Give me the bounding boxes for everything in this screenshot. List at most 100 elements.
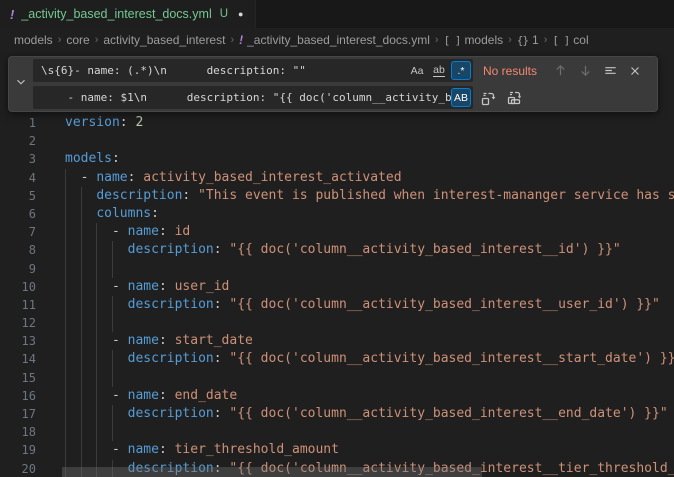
- toggle-replace-button[interactable]: [9, 57, 33, 111]
- preserve-case-button[interactable]: AB: [451, 88, 471, 107]
- next-match-button[interactable]: [575, 61, 595, 81]
- indent-guide: [96, 223, 97, 241]
- preserve-case-icon: AB: [454, 92, 468, 104]
- code-line[interactable]: 11 description: "{{ doc('column__activit…: [0, 296, 674, 314]
- replace-row: - name: $1\n description: "{{ doc('colum…: [33, 86, 649, 109]
- previous-match-button[interactable]: [550, 61, 570, 81]
- yaml-file-icon: !: [239, 33, 243, 47]
- find-input-value[interactable]: \s{6}- name: (.*)\n description: "": [33, 64, 407, 77]
- line-number: 1: [0, 114, 36, 132]
- find-input[interactable]: \s{6}- name: (.*)\n description: "" Aa a…: [33, 59, 473, 82]
- indent-guide: [65, 423, 66, 441]
- whole-word-button[interactable]: ab: [429, 61, 449, 80]
- symbol-array-icon: [ ]: [444, 34, 461, 47]
- tab-activity-based-interest-docs[interactable]: ! _activity_based_interest_docs.yml U ●: [0, 0, 256, 28]
- replace-button[interactable]: [478, 88, 498, 108]
- find-in-selection-button[interactable]: [600, 61, 620, 81]
- code-line[interactable]: 9: [0, 260, 674, 278]
- code-token: :: [214, 242, 222, 257]
- indent-guide: [112, 369, 113, 387]
- symbol-object-icon: {}: [517, 34, 528, 47]
- replace-all-icon: [506, 90, 522, 106]
- code-line[interactable]: 16 - name: end_date: [0, 387, 674, 405]
- regex-icon: .*: [457, 65, 464, 77]
- indent-guide: [81, 187, 82, 205]
- code-line[interactable]: 19 - name: tier_threshold_amount: [0, 441, 674, 459]
- code-line[interactable]: 3models:: [0, 150, 674, 168]
- indent-guide: [96, 423, 97, 441]
- indent-guide: [96, 350, 97, 368]
- code-line[interactable]: 6 columns:: [0, 205, 674, 223]
- code-line[interactable]: 4 - name: activity_based_interest_activa…: [0, 169, 674, 187]
- modified-dot-icon[interactable]: ●: [238, 9, 243, 19]
- indent-guide: [81, 278, 82, 296]
- code-token: -: [112, 224, 128, 239]
- close-button[interactable]: [625, 61, 645, 81]
- code-token: name: [96, 170, 127, 185]
- code-line[interactable]: 5 description: "This event is published …: [0, 187, 674, 205]
- replace-input[interactable]: - name: $1\n description: "{{ doc('colum…: [33, 86, 473, 109]
- code-line[interactable]: 15: [0, 369, 674, 387]
- code-line[interactable]: 18: [0, 423, 674, 441]
- replace-input-value[interactable]: - name: $1\n description: "{{ doc('colum…: [33, 91, 451, 104]
- breadcrumb-label: col: [573, 33, 588, 47]
- indent-guide: [96, 369, 97, 387]
- indent-guide: [65, 296, 66, 314]
- breadcrumb-label: 1: [532, 33, 539, 47]
- line-number: 19: [0, 441, 36, 459]
- code-token: models: [65, 151, 112, 166]
- yaml-file-icon: !: [10, 7, 15, 22]
- breadcrumb-label: models: [14, 33, 53, 47]
- indent-guide: [65, 260, 66, 278]
- indent-guide: [65, 441, 66, 459]
- code-line[interactable]: 13 - name: start_date: [0, 332, 674, 350]
- horizontal-scrollbar[interactable]: [62, 467, 482, 477]
- code-line-content: [36, 369, 674, 387]
- indent-guide: [112, 405, 113, 423]
- breadcrumb-item-_activity_based_interest_docs-yml[interactable]: ! _activity_based_interest_docs.yml: [239, 33, 430, 47]
- code-token: :: [159, 333, 167, 348]
- code-line[interactable]: 14 description: "{{ doc('column__activit…: [0, 350, 674, 368]
- breadcrumb-separator: ›: [544, 34, 548, 46]
- indent-guide: [81, 296, 82, 314]
- code-token: :: [214, 297, 222, 312]
- code-token: :: [159, 388, 167, 403]
- breadcrumb-item-core[interactable]: core: [66, 33, 89, 47]
- code-line[interactable]: 7 - name: id: [0, 223, 674, 241]
- match-case-button[interactable]: Aa: [407, 61, 427, 80]
- line-number: 5: [0, 187, 36, 205]
- code-token: [65, 279, 112, 294]
- replace-icon: [480, 90, 496, 106]
- code-line-content: version: 2: [36, 114, 674, 132]
- breadcrumb-separator: ›: [508, 34, 512, 46]
- code-token: "{{ doc('column__activity_based_interest…: [222, 242, 621, 257]
- code-token: user_id: [167, 279, 230, 294]
- results-count: No results: [483, 64, 537, 78]
- breadcrumb-item-models[interactable]: [ ]models: [444, 33, 504, 47]
- code-line[interactable]: 17 description: "{{ doc('column__activit…: [0, 405, 674, 423]
- breadcrumb-item-activity_based_interest[interactable]: activity_based_interest: [103, 33, 225, 47]
- code-line-content: - name: activity_based_interest_activate…: [36, 169, 674, 187]
- selection-icon: [603, 63, 618, 78]
- code-token: description: [128, 242, 214, 257]
- indent-guide: [81, 369, 82, 387]
- line-number: 3: [0, 150, 36, 168]
- breadcrumb-item-1[interactable]: {} 1: [517, 33, 539, 47]
- code-line[interactable]: 12: [0, 314, 674, 332]
- indent-guide: [81, 423, 82, 441]
- code-token: id: [167, 224, 190, 239]
- breadcrumb-label: _activity_based_interest_docs.yml: [247, 33, 430, 47]
- breadcrumb-item-col[interactable]: [ ]col: [552, 33, 588, 47]
- editor[interactable]: \s{6}- name: (.*)\n description: "" Aa a…: [0, 52, 674, 477]
- code-line[interactable]: 10 - name: user_id: [0, 278, 674, 296]
- code-token: 2: [135, 115, 143, 130]
- replace-all-button[interactable]: [504, 88, 524, 108]
- code-line[interactable]: 1version: 2: [0, 114, 674, 132]
- regex-button[interactable]: .*: [451, 61, 471, 80]
- line-number: 4: [0, 169, 36, 187]
- line-number: 6: [0, 205, 36, 223]
- find-widget: \s{6}- name: (.*)\n description: "" Aa a…: [8, 56, 658, 112]
- code-line[interactable]: 2: [0, 132, 674, 150]
- code-line[interactable]: 8 description: "{{ doc('column__activity…: [0, 241, 674, 259]
- breadcrumb-item-models[interactable]: models: [14, 33, 53, 47]
